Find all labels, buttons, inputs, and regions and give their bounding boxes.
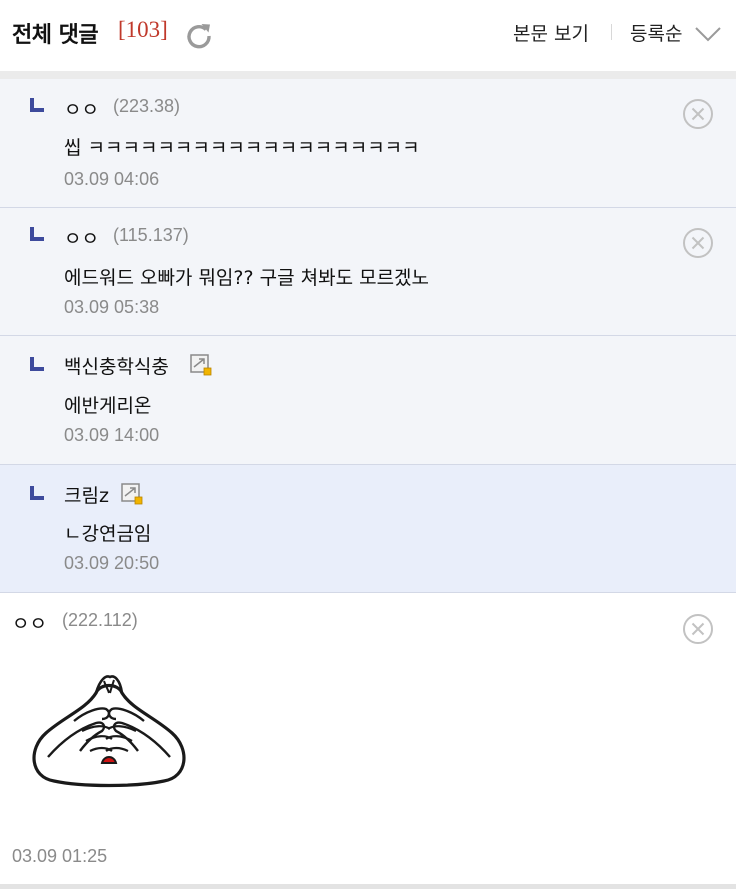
sort-order-button[interactable]: 등록순	[630, 19, 682, 46]
comment-item: ㅇㅇ (222.112) 03.09 01:25	[0, 593, 736, 885]
comment-nickname[interactable]: ㅇㅇ	[12, 609, 47, 636]
gallog-icon[interactable]	[190, 354, 212, 376]
reply-nickname[interactable]: ㅇㅇ	[64, 95, 99, 122]
comment-section-title: 전체 댓글	[12, 23, 99, 48]
comment-date: 03.09 01:25	[12, 846, 108, 866]
view-post-button[interactable]: 본문 보기	[513, 19, 589, 46]
reply-text: 에반게리온	[64, 395, 152, 417]
refresh-icon[interactable]	[184, 20, 214, 50]
reply-arrow-icon	[30, 357, 44, 371]
reply-ip: (223.38)	[113, 96, 181, 116]
reply-date: 03.09 04:06	[64, 169, 160, 189]
reply-nickname[interactable]: 크림z	[64, 481, 109, 508]
bottom-separator	[0, 884, 736, 889]
reply-date: 03.09 14:00	[64, 425, 160, 445]
reply-arrow-icon	[30, 486, 44, 500]
dccon-sticker-image	[32, 675, 186, 788]
chevron-down-icon[interactable]	[694, 26, 722, 42]
reply-item: 백신충학식충 에반게리온 03.09 14:00	[0, 336, 736, 465]
reply-date: 03.09 20:50	[64, 553, 160, 573]
comment-ip: (222.112)	[62, 610, 138, 630]
reply-item: ㅇㅇ (115.137) 에드워드 오빠가 뭐임?? 구글 쳐봐도 모르겠노 0…	[0, 208, 736, 336]
reply-text: 에드워드 오빠가 뭐임?? 구글 쳐봐도 모르겠노	[64, 267, 430, 289]
reply-arrow-icon	[30, 227, 44, 241]
header-divider	[611, 24, 612, 40]
reply-text: 씹 ㅋㅋㅋㅋㅋㅋㅋㅋㅋㅋㅋㅋㅋㅋㅋㅋㅋㅋㅋ	[64, 137, 420, 159]
reply-ip: (115.137)	[113, 225, 189, 245]
reply-item: 크림z ㄴ강연금임 03.09 20:50	[0, 465, 736, 593]
delete-icon[interactable]	[682, 227, 714, 259]
reply-text: ㄴ강연금임	[64, 523, 152, 545]
comment-count: [103]	[118, 17, 168, 42]
reply-arrow-icon	[30, 98, 44, 112]
gallog-icon[interactable]	[121, 483, 143, 505]
reply-nickname[interactable]: ㅇㅇ	[64, 224, 99, 251]
delete-icon[interactable]	[682, 613, 714, 645]
header-separator	[0, 71, 736, 79]
comment-header: 전체 댓글 [103] 본문 보기 등록순	[0, 0, 736, 72]
reply-item: ㅇㅇ (223.38) 씹 ㅋㅋㅋㅋㅋㅋㅋㅋㅋㅋㅋㅋㅋㅋㅋㅋㅋㅋㅋ 03.09 …	[0, 79, 736, 208]
delete-icon[interactable]	[682, 98, 714, 130]
reply-date: 03.09 05:38	[64, 297, 160, 317]
reply-nickname[interactable]: 백신충학식충	[64, 352, 169, 379]
